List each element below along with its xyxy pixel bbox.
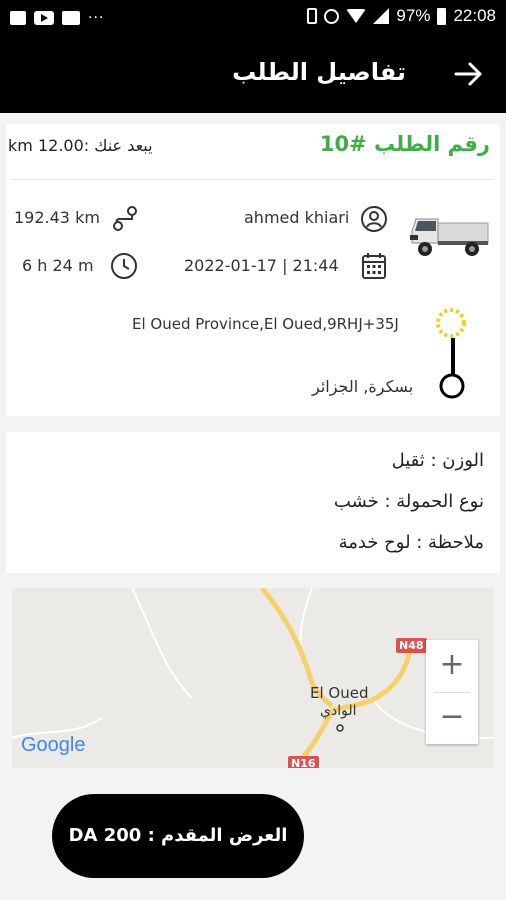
note-detail: ملاحظة : لوح خدمة bbox=[338, 532, 484, 553]
more-notifications-icon: ··· bbox=[88, 10, 105, 26]
clock-icon bbox=[111, 253, 137, 279]
offer-button[interactable]: العرض المقدم : DA 200 bbox=[52, 794, 304, 878]
map-zoom-controls: + − bbox=[426, 640, 478, 744]
user-icon bbox=[361, 206, 387, 232]
distance-away: يبعد عنك :12.00 km bbox=[8, 136, 153, 155]
map-city-label-arabic: الوادي bbox=[320, 703, 357, 719]
folder-notification-icon bbox=[62, 11, 80, 25]
destination-address: بسكرة, الجزائر bbox=[312, 377, 414, 396]
divider bbox=[12, 179, 494, 180]
road-label-n16: N16 bbox=[288, 756, 319, 768]
wifi-icon bbox=[346, 9, 367, 23]
alarm-icon bbox=[324, 8, 340, 24]
trip-duration: 6 h 24 m bbox=[22, 256, 94, 275]
client-name: ahmed khiari bbox=[244, 208, 350, 227]
order-card: رقم الطلب #10 يبعد عنك :12.00 km ahmed k… bbox=[6, 124, 500, 416]
route-distance-icon bbox=[113, 206, 137, 231]
clock: 22:08 bbox=[453, 6, 496, 25]
battery-percentage: 97% bbox=[396, 6, 431, 25]
back-arrow-icon[interactable] bbox=[452, 58, 484, 90]
calendar-icon bbox=[362, 253, 386, 279]
order-number: رقم الطلب #10 bbox=[319, 132, 490, 156]
status-bar: ··· 97% 22:08 bbox=[0, 0, 506, 36]
page-title: تفاصيل الطلب bbox=[232, 58, 406, 86]
map-city-label: El Oued bbox=[310, 684, 369, 702]
origin-address: El Oued Province,El Oued,9RHJ+35J bbox=[132, 315, 399, 333]
order-datetime: 2022-01-17 | 21:44 bbox=[184, 256, 339, 275]
battery-icon bbox=[437, 7, 447, 25]
weight-detail: الوزن : ثقيل bbox=[391, 450, 484, 471]
youtube-notification-icon bbox=[34, 11, 54, 25]
map-view[interactable]: N48 N16 El Oued الوادي Google bbox=[12, 588, 494, 768]
origin-marker-icon bbox=[436, 308, 466, 338]
details-card: الوزن : ثقيل نوع الحمولة : خشب ملاحظة : … bbox=[6, 432, 500, 573]
zoom-out-button[interactable]: − bbox=[426, 692, 478, 744]
road-label-n48: N48 bbox=[396, 638, 427, 653]
cargo-type-detail: نوع الحمولة : خشب bbox=[333, 491, 484, 512]
image-notification-icon bbox=[10, 11, 26, 25]
zoom-in-button[interactable]: + bbox=[426, 640, 478, 692]
signal-icon bbox=[373, 8, 390, 24]
vibrate-icon bbox=[307, 8, 318, 24]
notification-icons: ··· bbox=[10, 10, 104, 26]
truck-image bbox=[410, 218, 489, 256]
destination-marker-icon bbox=[439, 373, 465, 399]
app-bar: تفاصيل الطلب bbox=[0, 36, 506, 113]
trip-distance: 192.43 km bbox=[14, 208, 100, 227]
google-logo: Google bbox=[21, 734, 86, 756]
